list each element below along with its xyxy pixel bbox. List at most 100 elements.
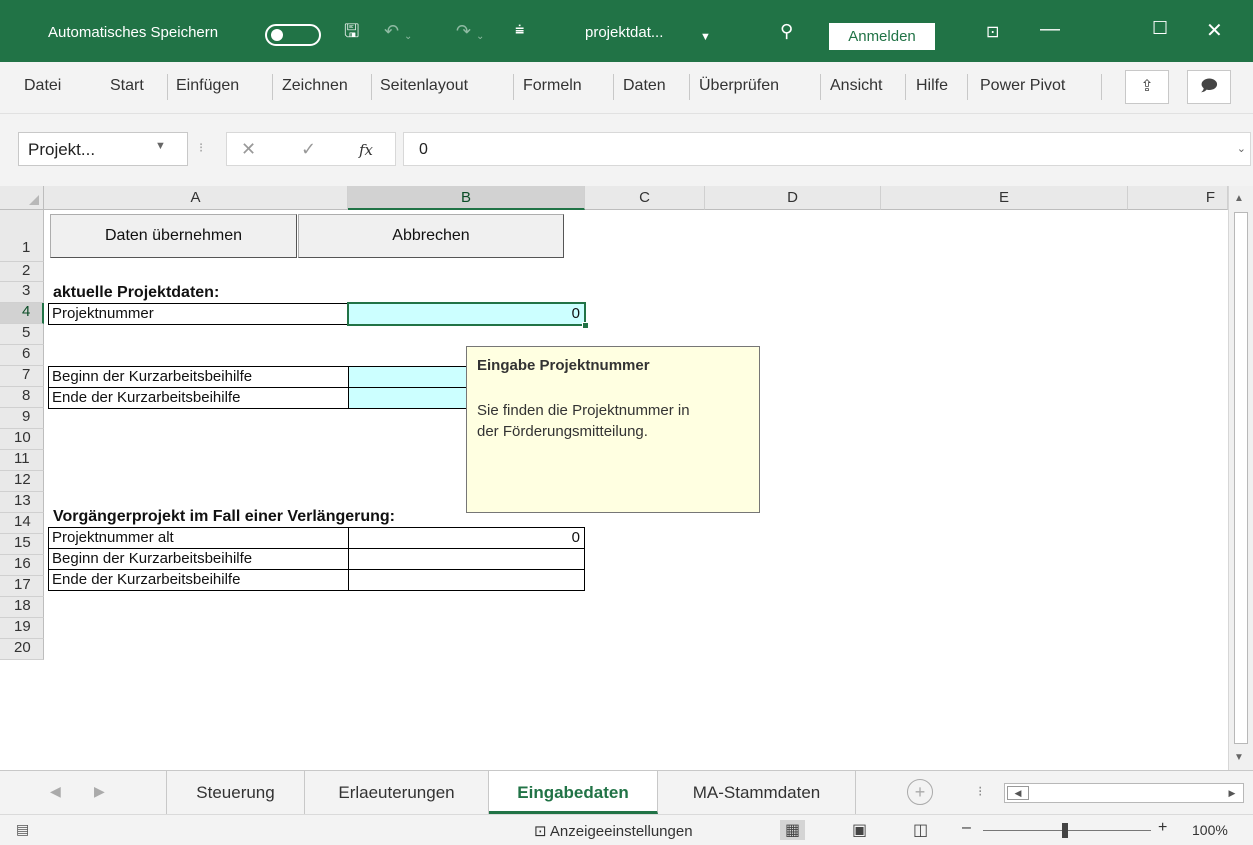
cancel-button[interactable]: Abbrechen — [298, 214, 564, 258]
cancel-entry-icon[interactable]: ✕ — [241, 139, 256, 160]
undo-icon[interactable]: ↶ — [384, 20, 399, 42]
row-header[interactable]: 12 — [0, 471, 44, 492]
chevron-down-icon[interactable]: ▼ — [155, 140, 166, 152]
row-header[interactable]: 19 — [0, 618, 44, 639]
minimize-icon[interactable]: — — [1040, 18, 1060, 41]
old-project-number-label[interactable]: Projektnummer alt — [48, 527, 349, 549]
horizontal-scrollbar[interactable]: ◀ ▶ — [1004, 783, 1244, 803]
tab-power-pivot[interactable]: Power Pivot — [980, 77, 1065, 95]
ribbon-display-options-icon[interactable]: ⊡ — [986, 22, 999, 42]
row-header[interactable]: 17 — [0, 576, 44, 597]
undo-dropdown-icon[interactable]: ⌄ — [404, 26, 412, 48]
row-header[interactable]: 5 — [0, 324, 44, 345]
zoom-slider-knob[interactable] — [1062, 823, 1068, 838]
tab-splitter-icon[interactable]: ⁝ — [978, 783, 982, 800]
add-sheet-icon[interactable]: + — [907, 779, 933, 805]
prev-sheet-icon[interactable]: ◀ — [50, 783, 61, 800]
normal-view-icon[interactable]: ▦ — [780, 820, 806, 840]
zoom-level[interactable]: 100% — [1192, 822, 1228, 838]
row-header[interactable]: 4 — [0, 303, 44, 324]
row-header[interactable]: 1 — [0, 210, 44, 262]
display-settings-button[interactable]: ⊡ Anzeigeeinstellungen — [534, 822, 693, 840]
autosave-toggle[interactable] — [265, 24, 321, 46]
zoom-in-icon[interactable]: + — [1158, 819, 1167, 837]
start-label[interactable]: Beginn der Kurzarbeitsbeihilfe — [48, 366, 349, 388]
tab-ansicht[interactable]: Ansicht — [830, 77, 882, 95]
scroll-left-icon[interactable]: ◀ — [1007, 786, 1029, 800]
column-header-c[interactable]: C — [585, 186, 705, 210]
expand-formula-bar-icon[interactable]: ⌄ — [1237, 142, 1246, 155]
name-box[interactable]: Projekt... ▼ — [18, 132, 188, 166]
row-header[interactable]: 9 — [0, 408, 44, 429]
tab-datei[interactable]: Datei — [24, 77, 61, 95]
tab-formeln[interactable]: Formeln — [523, 77, 582, 95]
tab-start[interactable]: Start — [110, 77, 144, 95]
tab-seitenlayout[interactable]: Seitenlayout — [380, 77, 468, 95]
signin-button[interactable]: Anmelden — [829, 23, 935, 50]
row-header[interactable]: 15 — [0, 534, 44, 555]
maximize-icon[interactable]: ☐ — [1152, 18, 1168, 39]
project-number-label[interactable]: Projektnummer — [48, 303, 349, 325]
cell-mode-icon[interactable]: ▤ — [16, 821, 29, 838]
old-end-label[interactable]: Ende der Kurzarbeitsbeihilfe — [48, 569, 349, 591]
column-header-a[interactable]: A — [44, 186, 348, 210]
row-header[interactable]: 18 — [0, 597, 44, 618]
save-icon[interactable]: 🖫 — [344, 20, 359, 42]
row-header[interactable]: 16 — [0, 555, 44, 576]
confirm-entry-icon[interactable]: ✓ — [301, 139, 316, 160]
sheet-tab-steuerung[interactable]: Steuerung — [166, 771, 305, 814]
row-header[interactable]: 2 — [0, 262, 44, 282]
filename-dropdown-icon[interactable]: ▼ — [700, 26, 711, 48]
file-name[interactable]: projektdat... — [585, 24, 663, 41]
row-header[interactable]: 6 — [0, 345, 44, 366]
row-header[interactable]: 3 — [0, 282, 44, 303]
row-header[interactable]: 20 — [0, 639, 44, 660]
zoom-out-icon[interactable]: – — [962, 819, 971, 837]
redo-dropdown-icon[interactable]: ⌄ — [476, 26, 484, 48]
page-layout-view-icon[interactable]: ▣ — [852, 820, 867, 840]
sheet-tab-eingabedaten[interactable]: Eingabedaten — [489, 771, 658, 814]
select-all-corner[interactable] — [0, 186, 44, 210]
page-break-view-icon[interactable]: ◫ — [913, 820, 928, 840]
insert-function-icon[interactable]: fx — [359, 141, 373, 159]
worksheet-grid[interactable]: A B C D E F 1 2 3 4 5 6 7 8 9 10 11 12 1… — [0, 186, 1253, 770]
end-label[interactable]: Ende der Kurzarbeitsbeihilfe — [48, 387, 349, 409]
old-end-date-input[interactable] — [348, 569, 585, 591]
scroll-right-icon[interactable]: ▶ — [1223, 786, 1241, 800]
column-header-d[interactable]: D — [705, 186, 881, 210]
scroll-thumb[interactable] — [1234, 212, 1248, 744]
apply-data-button[interactable]: Daten übernehmen — [50, 214, 297, 258]
formula-bar-grip-icon[interactable]: ⁝ — [199, 140, 203, 156]
tab-einfuegen[interactable]: Einfügen — [176, 77, 239, 95]
redo-icon[interactable]: ↷ — [456, 20, 471, 42]
tab-ueberpruefen[interactable]: Überprüfen — [699, 77, 779, 95]
tab-zeichnen[interactable]: Zeichnen — [282, 77, 348, 95]
row-header[interactable]: 14 — [0, 513, 44, 534]
formula-input[interactable]: 0 ⌄ — [403, 132, 1251, 166]
tab-hilfe[interactable]: Hilfe — [916, 77, 948, 95]
row-header[interactable]: 13 — [0, 492, 44, 513]
row-header[interactable]: 11 — [0, 450, 44, 471]
column-header-f[interactable]: F — [1128, 186, 1228, 210]
column-header-e[interactable]: E — [881, 186, 1128, 210]
comments-button[interactable]: 🗩 — [1187, 70, 1231, 104]
row-header[interactable]: 7 — [0, 366, 44, 387]
customize-toolbar-icon[interactable]: ⩧ — [515, 20, 524, 42]
old-start-label[interactable]: Beginn der Kurzarbeitsbeihilfe — [48, 548, 349, 570]
vertical-scrollbar[interactable]: ▲ ▼ — [1228, 186, 1253, 770]
search-icon[interactable]: ⚲ — [780, 20, 793, 42]
next-sheet-icon[interactable]: ▶ — [94, 783, 105, 800]
fill-handle[interactable] — [582, 322, 589, 329]
share-button[interactable]: ⇪ — [1125, 70, 1169, 104]
old-start-date-input[interactable] — [348, 548, 585, 570]
sheet-tab-ma-stammdaten[interactable]: MA-Stammdaten — [658, 771, 856, 814]
close-icon[interactable]: ✕ — [1206, 18, 1223, 43]
scroll-down-icon[interactable]: ▼ — [1234, 752, 1244, 763]
row-header[interactable]: 10 — [0, 429, 44, 450]
scroll-up-icon[interactable]: ▲ — [1234, 193, 1244, 204]
row-header[interactable]: 8 — [0, 387, 44, 408]
tab-daten[interactable]: Daten — [623, 77, 666, 95]
old-project-number-input[interactable]: 0 — [348, 527, 585, 549]
column-header-b[interactable]: B — [348, 186, 585, 210]
sheet-tab-erlaeuterungen[interactable]: Erlaeuterungen — [305, 771, 489, 814]
